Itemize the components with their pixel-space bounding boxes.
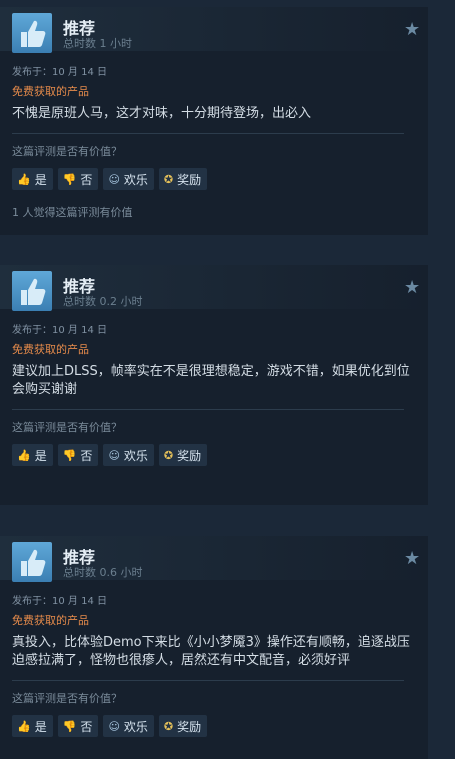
star-icon[interactable]: ★ (404, 550, 422, 568)
star-icon[interactable]: ★ (404, 21, 422, 39)
vote-funny-label: 欢乐 (123, 172, 148, 187)
award-ribbon-icon: ✪ (163, 172, 174, 186)
vote-no-label: 否 (80, 448, 93, 463)
star-icon[interactable]: ★ (404, 279, 422, 297)
thumbs-up-icon[interactable] (12, 271, 52, 311)
vote-no-button[interactable]: 👎 否 (57, 168, 99, 190)
helpful-count: 1 人觉得这篇评测有价值 (12, 206, 133, 219)
posted-date: 发布于：10 月 14 日 (12, 596, 107, 607)
thumbs-down-icon: 👎 (62, 172, 77, 186)
award-button[interactable]: ✪ 奖励 (158, 715, 208, 737)
product-source: 免费获取的产品 (12, 85, 89, 98)
smiley-icon: ☺ (108, 719, 120, 733)
vote-funny-label: 欢乐 (123, 448, 148, 463)
vote-yes-button[interactable]: 👍 是 (12, 444, 53, 466)
thumbs-down-icon: 👎 (62, 719, 77, 733)
helpful-question: 这篇评测是否有价值？ (12, 692, 122, 705)
playtime-hours: 总时数 0.6 小时 (63, 566, 143, 579)
review-text: 建议加上DLSS，帧率实在不是很理想稳定，游戏不错，如果优化到位会购买谢谢 (12, 364, 410, 397)
product-source: 免费获取的产品 (12, 343, 89, 356)
thumbs-up-icon[interactable] (12, 13, 52, 53)
review-text: 真投入，比体验Demo下来比《小小梦魇3》操作还有顺畅，追逐战压迫感拉满了，怪物… (12, 635, 410, 668)
review-card: 推荐 总时数 1 小时 ★ 发布于：10 月 14 日 免费获取的产品 不愧是原… (0, 7, 428, 235)
award-ribbon-icon: ✪ (163, 448, 174, 462)
vote-yes-label: 是 (34, 719, 47, 734)
vote-no-label: 否 (80, 719, 93, 734)
smiley-icon: ☺ (108, 172, 120, 186)
helpful-question: 这篇评测是否有价值？ (12, 421, 122, 434)
helpful-question: 这篇评测是否有价值？ (12, 145, 122, 158)
review-header: 推荐 总时数 1 小时 ★ (0, 7, 428, 53)
review-card: 推荐 总时数 0.6 小时 ★ 发布于：10 月 14 日 免费获取的产品 真投… (0, 536, 428, 759)
vote-funny-button[interactable]: ☺ 欢乐 (103, 168, 154, 190)
thumbs-up-icon: 👍 (17, 172, 31, 186)
award-button[interactable]: ✪ 奖励 (158, 168, 208, 190)
award-ribbon-icon: ✪ (163, 719, 174, 733)
award-label: 奖励 (177, 719, 202, 734)
divider (12, 133, 404, 134)
vote-funny-button[interactable]: ☺ 欢乐 (103, 715, 154, 737)
review-card: 推荐 总时数 0.2 小时 ★ 发布于：10 月 14 日 免费获取的产品 建议… (0, 265, 428, 505)
vote-no-button[interactable]: 👎 否 (57, 715, 99, 737)
vote-buttons: 👍 是 👎 否 ☺ 欢乐 ✪ 奖励 (12, 444, 416, 466)
review-header: 推荐 总时数 0.2 小时 ★ (0, 265, 428, 311)
thumbs-up-icon: 👍 (17, 719, 31, 733)
playtime-hours: 总时数 0.2 小时 (63, 295, 143, 308)
thumbs-down-icon: 👎 (62, 448, 77, 462)
thumbs-up-icon[interactable] (12, 542, 52, 582)
vote-buttons: 👍 是 👎 否 ☺ 欢乐 ✪ 奖励 (12, 168, 416, 190)
vote-yes-button[interactable]: 👍 是 (12, 715, 53, 737)
award-button[interactable]: ✪ 奖励 (158, 444, 208, 466)
award-label: 奖励 (177, 448, 202, 463)
product-source: 免费获取的产品 (12, 614, 89, 627)
thumbs-up-icon: 👍 (17, 448, 31, 462)
review-header: 推荐 总时数 0.6 小时 ★ (0, 536, 428, 582)
vote-yes-label: 是 (34, 172, 47, 187)
posted-date: 发布于：10 月 14 日 (12, 67, 107, 78)
posted-date: 发布于：10 月 14 日 (12, 325, 107, 336)
vote-funny-label: 欢乐 (123, 719, 148, 734)
review-text: 不愧是原班人马，这才对味，十分期待登场，出必入 (12, 106, 312, 121)
vote-yes-button[interactable]: 👍 是 (12, 168, 53, 190)
vote-no-label: 否 (80, 172, 93, 187)
divider (12, 680, 404, 681)
playtime-hours: 总时数 1 小时 (63, 37, 132, 50)
vote-no-button[interactable]: 👎 否 (57, 444, 99, 466)
award-label: 奖励 (177, 172, 202, 187)
vote-buttons: 👍 是 👎 否 ☺ 欢乐 ✪ 奖励 (12, 715, 416, 737)
divider (12, 409, 404, 410)
smiley-icon: ☺ (108, 448, 120, 462)
vote-funny-button[interactable]: ☺ 欢乐 (103, 444, 154, 466)
vote-yes-label: 是 (34, 448, 47, 463)
